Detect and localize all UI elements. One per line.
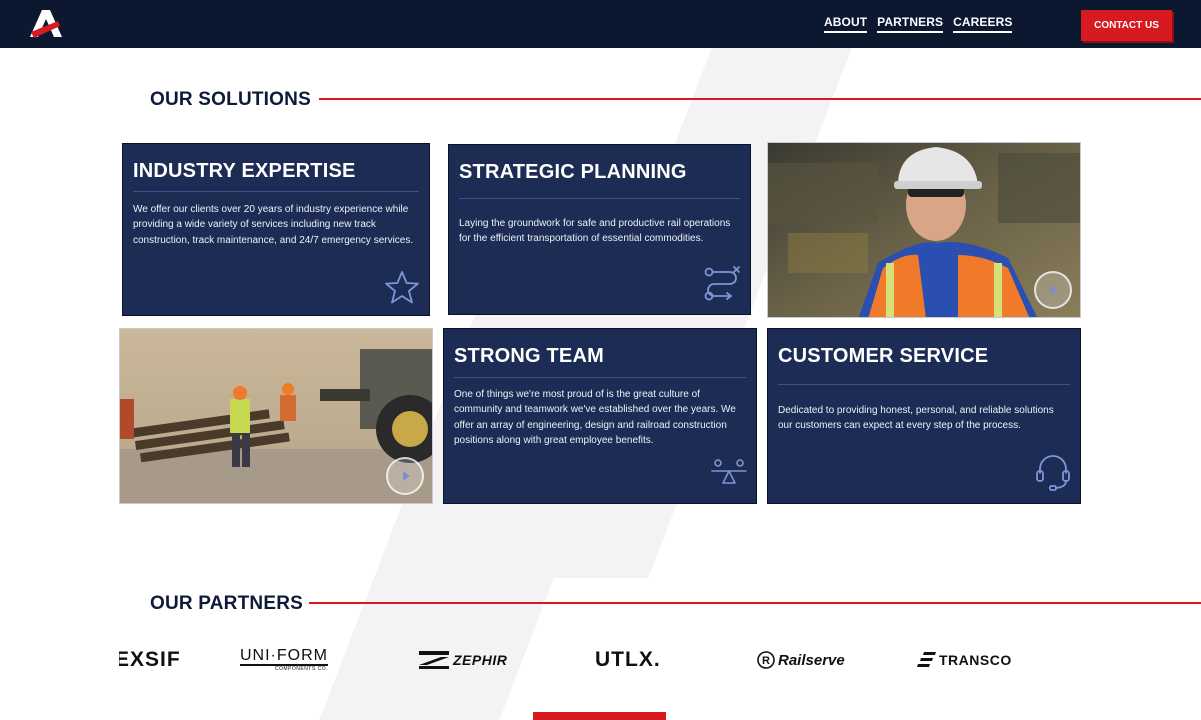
nav-partners-link[interactable]: PARTNERS xyxy=(877,15,944,33)
card-title: INDUSTRY EXPERTISE xyxy=(133,160,356,182)
industry-expertise-card: INDUSTRY EXPERTISE We offer our clients … xyxy=(122,143,430,316)
play-video-button[interactable] xyxy=(386,457,424,495)
card-description: We offer our clients over 20 years of in… xyxy=(133,204,414,246)
partner-logo-text: Railserve xyxy=(778,651,845,669)
card-divider xyxy=(133,191,419,192)
contact-us-button[interactable]: CONTACT US xyxy=(1081,10,1172,41)
svg-text:R: R xyxy=(762,655,770,667)
play-video-button[interactable] xyxy=(1034,271,1072,309)
partner-logo-subtext: COMPONENTS CO. xyxy=(274,666,328,672)
partner-logo-text: ZEPHIR xyxy=(453,652,508,668)
partner-logo-text: UTLX. xyxy=(595,648,661,671)
route-icon xyxy=(704,266,740,301)
partners-title-rule xyxy=(309,602,1201,604)
solutions-title-rule xyxy=(319,98,1201,100)
customer-service-card: CUSTOMER SERVICE Dedicated to providing … xyxy=(767,328,1081,504)
partner-logo-railserve[interactable]: R Railserve xyxy=(757,648,845,672)
card-divider xyxy=(459,198,740,199)
partner-logo-zephir[interactable]: ZEPHIR xyxy=(419,648,507,672)
strategic-planning-card: STRATEGIC PLANNING Laying the groundwork… xyxy=(448,144,751,315)
card-title: CUSTOMER SERVICE xyxy=(778,345,989,367)
balance-icon xyxy=(711,459,747,484)
partner-logo-uniform[interactable]: UNI·FORM COMPONENTS CO. xyxy=(240,648,328,672)
partner-logo-text: UNI·FORM xyxy=(240,647,328,666)
card-title: STRATEGIC PLANNING xyxy=(459,161,687,183)
card-description: One of things we're most proud of is the… xyxy=(454,389,736,446)
card-title: STRONG TEAM xyxy=(454,345,604,367)
worker-photo xyxy=(767,142,1081,318)
partner-logo-transco[interactable]: TRANSCO xyxy=(916,648,1012,672)
partner-logo-utlx[interactable]: UTLX. xyxy=(595,648,661,672)
bottom-red-tab[interactable] xyxy=(533,712,666,720)
card-description: Laying the groundwork for safe and produ… xyxy=(459,218,731,245)
nav-careers-link[interactable]: CAREERS xyxy=(953,15,1013,33)
railserve-mark-icon: R xyxy=(757,651,775,669)
partner-logo-exsif[interactable]: EXSIF xyxy=(119,648,197,672)
transco-mark-icon xyxy=(917,652,936,667)
partner-logo-text: TRANSCO xyxy=(939,652,1012,668)
logo-icon[interactable] xyxy=(28,10,64,40)
headset-icon xyxy=(1036,455,1070,491)
partners-section-title: OUR PARTNERS xyxy=(150,593,303,614)
card-divider xyxy=(778,384,1070,385)
star-icon xyxy=(385,271,419,304)
card-divider xyxy=(454,377,746,378)
main-nav: ABOUT PARTNERS CAREERS xyxy=(824,15,1013,33)
card-description: Dedicated to providing honest, personal,… xyxy=(778,405,1054,432)
strong-team-card: STRONG TEAM One of things we're most pro… xyxy=(443,328,757,504)
nav-about-link[interactable]: ABOUT xyxy=(824,15,868,33)
partner-logo-text: EXSIF xyxy=(119,648,181,671)
zephir-mark-icon xyxy=(419,651,449,669)
track-crew-photo xyxy=(119,328,433,504)
solutions-section-title: OUR SOLUTIONS xyxy=(150,89,311,110)
top-navigation-bar: ABOUT PARTNERS CAREERS CONTACT US xyxy=(0,0,1201,48)
